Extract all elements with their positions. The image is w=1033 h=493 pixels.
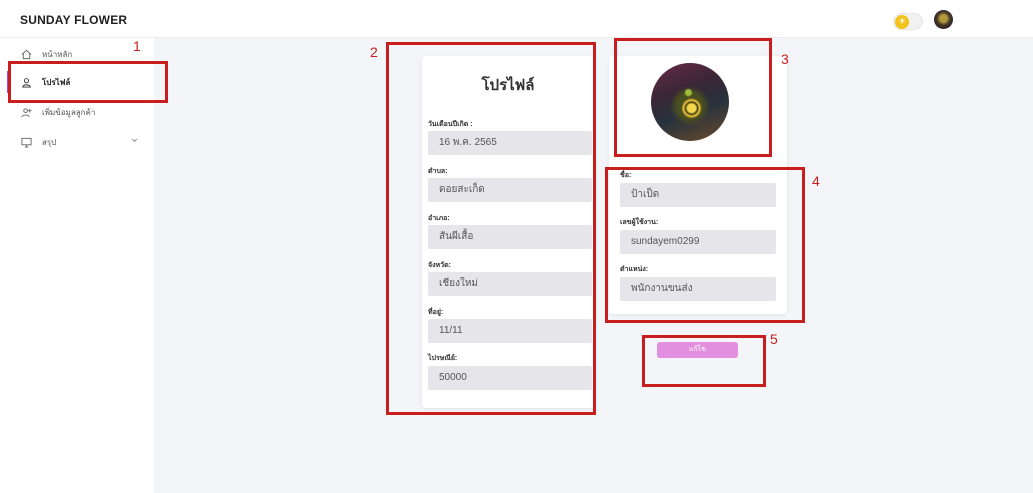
sidebar: หน้าหลัก โปรไฟล์ เพิ่มข้อมูลลูกค้า สรุป	[0, 38, 154, 493]
annotation-number-1: 1	[133, 38, 141, 54]
annotation-box-1	[8, 61, 168, 103]
theme-toggle[interactable]: ☀	[893, 13, 923, 30]
monitor-icon	[20, 136, 32, 148]
sidebar-item-summary[interactable]: สรุป	[0, 131, 154, 153]
annotation-number-5: 5	[770, 331, 778, 347]
sidebar-item-label: เพิ่มข้อมูลลูกค้า	[42, 107, 96, 117]
brand-logo[interactable]: SUNDAY FLOWER	[20, 13, 127, 27]
annotation-box-4	[605, 167, 805, 323]
annotation-number-4: 4	[812, 173, 820, 189]
home-icon	[20, 48, 32, 60]
chevron-down-icon[interactable]	[131, 137, 138, 146]
annotation-number-2: 2	[370, 44, 378, 60]
app-window: SUNDAY FLOWER ☀ หน้าหลัก โปรไฟล์ เพิ่มข้…	[0, 0, 1033, 493]
sun-icon: ☀	[895, 15, 909, 29]
sidebar-item-label: สรุป	[42, 137, 57, 147]
annotation-number-3: 3	[781, 51, 789, 67]
sidebar-item-label: หน้าหลัก	[42, 49, 73, 59]
sidebar-item-add-customer[interactable]: เพิ่มข้อมูลลูกค้า	[0, 101, 154, 123]
user-avatar[interactable]	[934, 10, 953, 29]
annotation-box-3	[614, 38, 772, 157]
top-bar: SUNDAY FLOWER ☀	[0, 0, 1033, 38]
user-add-icon	[20, 106, 32, 118]
annotation-box-2	[386, 42, 596, 415]
annotation-box-5	[642, 335, 766, 387]
